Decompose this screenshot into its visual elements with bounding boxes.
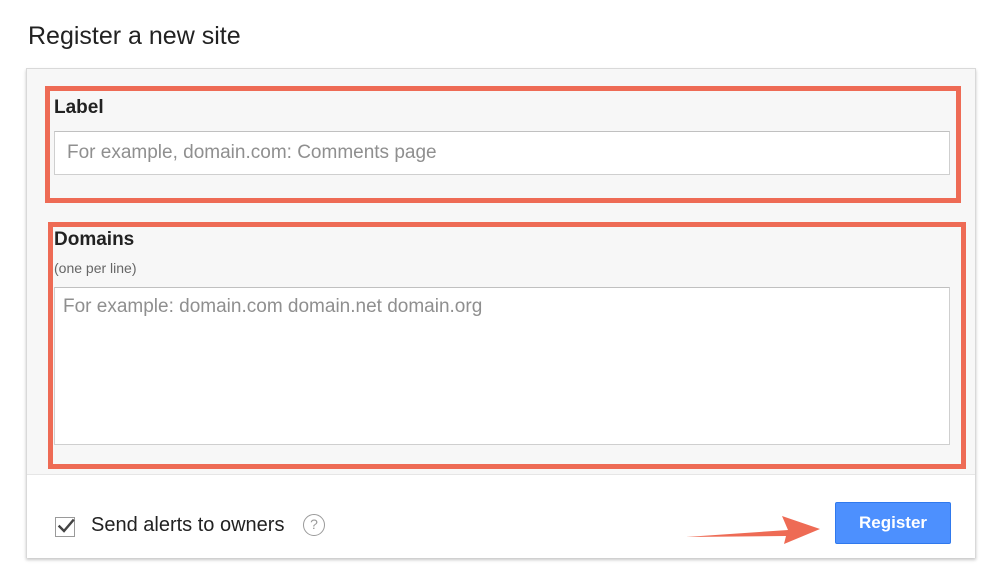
checkmark-icon	[57, 518, 75, 533]
send-alerts-checkbox[interactable]	[55, 517, 75, 537]
send-alerts-label[interactable]: Send alerts to owners	[91, 514, 284, 537]
domains-textarea[interactable]	[54, 287, 950, 445]
form-body: Label Domains (one per line)	[27, 69, 975, 474]
register-button[interactable]: Register	[835, 502, 951, 544]
page-title: Register a new site	[28, 22, 241, 50]
domains-field-label: Domains	[54, 229, 135, 250]
form-footer: Send alerts to owners ? Register	[27, 474, 975, 558]
label-input[interactable]	[54, 131, 950, 175]
register-site-card: Label Domains (one per line) Send alerts…	[26, 68, 976, 558]
question-mark-icon[interactable]: ?	[303, 514, 325, 536]
label-field-label: Label	[54, 97, 104, 118]
domains-field-hint: (one per line)	[54, 260, 137, 276]
